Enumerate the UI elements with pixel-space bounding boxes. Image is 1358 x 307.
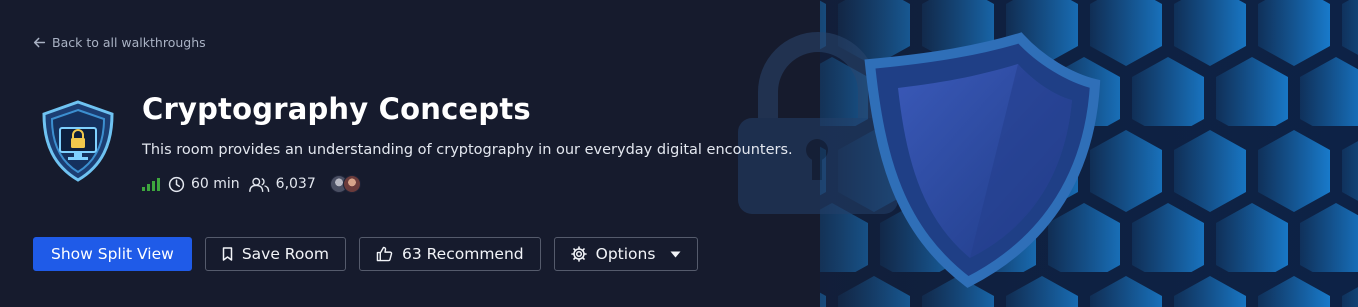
users-count-label: 6,037 [275, 176, 316, 192]
recommend-button[interactable]: 63 Recommend [358, 237, 541, 271]
show-split-view-label: Show Split View [51, 245, 174, 263]
save-room-label: Save Room [241, 245, 329, 263]
room-actions: Show Split View Save Room 63 Recommend O… [33, 237, 699, 271]
recommend-label: 63 Recommend [401, 245, 524, 263]
caret-down-icon [670, 251, 681, 257]
thumbs-up-icon [376, 246, 393, 262]
bookmark-icon [222, 247, 233, 261]
gear-icon [570, 246, 587, 262]
clock-icon [168, 176, 185, 192]
avatar[interactable] [342, 175, 361, 193]
room-title: Cryptography Concepts [142, 92, 531, 126]
avatar-group[interactable] [329, 175, 361, 193]
room-shield-icon [42, 100, 114, 182]
save-room-button[interactable]: Save Room [204, 237, 346, 271]
room-meta: 60 min 6,037 [142, 173, 361, 195]
users-icon [248, 177, 269, 192]
duration-label: 60 min [191, 176, 240, 192]
arrow-left-icon [33, 37, 46, 48]
show-split-view-button[interactable]: Show Split View [33, 237, 192, 271]
duration: 60 min [168, 176, 240, 193]
signal-bars-icon [142, 177, 160, 191]
back-link-label: Back to all walkthroughs [52, 35, 206, 50]
options-label: Options [595, 245, 656, 263]
users-count: 6,037 [248, 176, 316, 193]
back-to-walkthroughs-link[interactable]: Back to all walkthroughs [33, 35, 206, 50]
room-description: This room provides an understanding of c… [142, 142, 793, 158]
options-button[interactable]: Options [553, 237, 699, 271]
room-banner: Back to all walkthroughs Cryptography Co… [0, 0, 1358, 307]
